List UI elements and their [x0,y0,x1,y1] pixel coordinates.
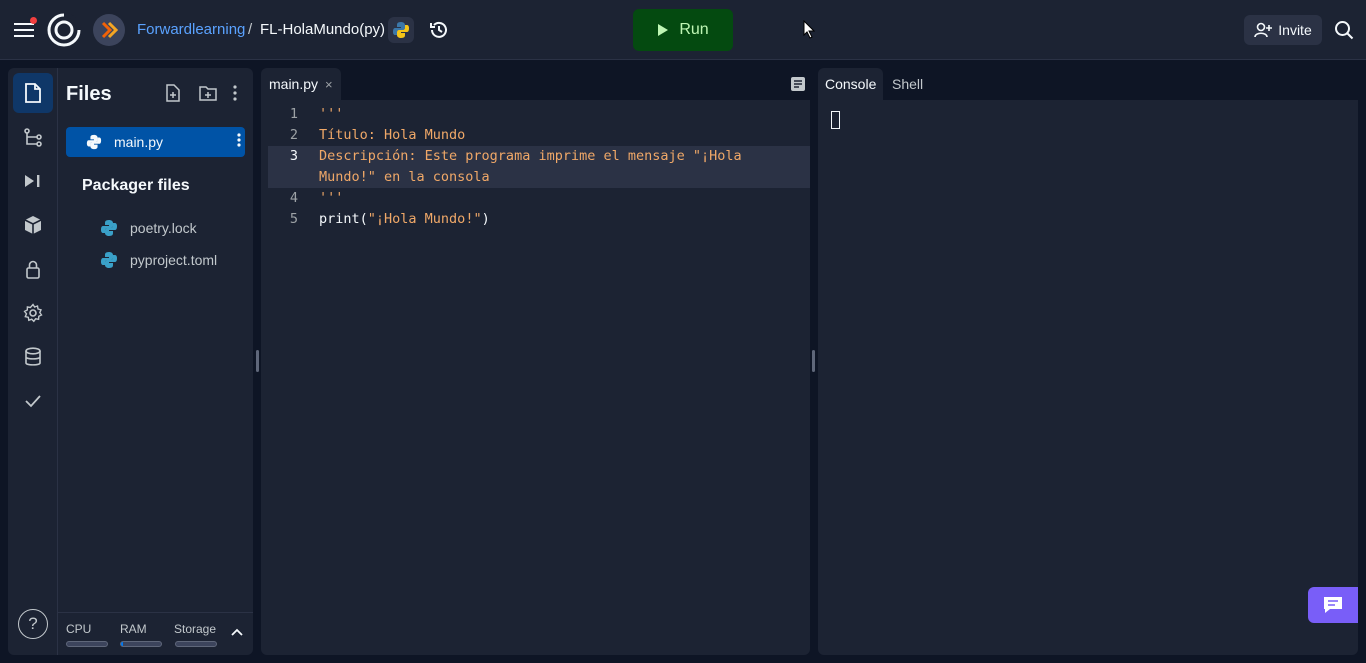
file-item-label: main.py [114,134,164,150]
python-file-icon [101,252,117,268]
tab-console[interactable]: Console [818,68,884,100]
files-panel-title: Files [66,83,112,105]
run-button[interactable]: Run [633,9,733,51]
file-item-pyproject-toml[interactable]: pyproject.toml [98,248,248,272]
console-tab-bar: Console Shell [818,68,1358,100]
line-number: 2 [289,127,298,143]
add-user-icon [1254,22,1273,38]
line-number: 1 [289,106,298,122]
line-number: 4 [289,190,298,206]
file-item-label: pyproject.toml [130,252,218,268]
invite-button[interactable]: Invite [1244,15,1322,45]
code-token-string: "¡Hola Mundo!" [367,211,482,227]
code-line: 1 ''' [261,104,810,125]
secrets-lock-icon[interactable] [13,249,53,289]
code-token: ) [481,211,490,227]
code-area[interactable]: 1 ''' 2 Título: Hola Mundo 3 Descripción… [261,104,810,230]
code-token: print( [319,211,368,227]
tab-main-py[interactable]: main.py × [261,68,341,100]
code-editor: main.py × 1 ''' 2 Título: Hola Mundo 3 D… [261,68,810,655]
chat-icon [1324,597,1342,613]
editor-tab-bar: main.py × [261,68,810,100]
file-item-poetry-lock[interactable]: poetry.lock [98,216,248,240]
code-text: ''' [319,190,344,206]
settings-gear-icon[interactable] [13,293,53,333]
notification-dot [30,17,37,24]
resize-handle[interactable] [256,350,259,372]
tab-label: main.py [269,76,319,92]
code-text: print("¡Hola Mundo!") [305,209,795,230]
breadcrumb-separator: / [248,21,253,38]
repl-avatar-icon[interactable] [93,14,125,46]
invite-button-label: Invite [1278,22,1312,38]
storage-label: Storage [174,622,217,636]
repl-name[interactable]: FL-HolaMundo(py) [260,21,385,39]
file-more-options-icon[interactable] [237,132,241,148]
console-cursor[interactable] [831,111,840,129]
code-line-active: 3 Descripción: Este programa imprime el … [268,146,810,188]
run-button-label: Run [679,21,709,38]
cpu-bar [66,641,108,647]
new-folder-icon[interactable] [198,83,218,103]
play-icon [658,24,669,36]
help-button[interactable]: ? [18,609,48,639]
breadcrumb-owner[interactable]: Forwardlearning [137,21,245,39]
new-file-icon[interactable] [163,83,183,103]
tab-shell[interactable]: Shell [885,68,930,100]
history-icon[interactable] [426,17,452,43]
packages-tool-icon[interactable] [13,205,53,245]
packager-files-heading: Packager files [82,177,190,194]
storage-bar [175,641,217,647]
code-text: Título: Hola Mundo [319,127,466,143]
workflows-tool-icon[interactable] [13,161,53,201]
close-icon[interactable]: × [325,77,333,92]
search-icon[interactable] [1331,17,1357,43]
mouse-cursor-icon [803,19,816,44]
code-line: 5 print("¡Hola Mundo!") [261,209,810,230]
files-panel: Files main.py Packager files poetry.lock… [58,68,253,655]
line-number: 5 [289,211,298,227]
cpu-label: CPU [66,622,92,636]
file-item-main-py[interactable]: main.py [66,127,245,157]
tool-rail: ? [8,68,58,655]
git-tool-icon[interactable] [13,117,53,157]
database-icon[interactable] [13,337,53,377]
python-file-icon [86,134,102,150]
chevron-up-icon[interactable] [230,627,244,637]
checkmark-icon[interactable] [13,381,53,421]
resource-usage[interactable]: CPU RAM Storage [58,612,253,655]
code-line: 2 Título: Hola Mundo [261,125,810,146]
python-file-icon [101,220,117,236]
resize-handle[interactable] [812,350,815,372]
file-item-label: poetry.lock [130,220,197,236]
code-line: 4 ''' [261,188,810,209]
top-bar: Forwardlearning / FL-HolaMundo(py) Run I… [0,0,1366,60]
replit-logo-icon[interactable] [46,12,82,48]
chat-feedback-button[interactable] [1308,587,1358,623]
files-tool-icon[interactable] [13,73,53,113]
code-text: Descripción: Este programa imprime el me… [319,148,750,185]
console-pane: Console Shell [818,68,1358,655]
python-language-icon[interactable] [388,17,414,43]
ram-label: RAM [120,622,147,636]
ram-bar [120,641,162,647]
editor-options-icon[interactable] [790,76,806,92]
line-number: 3 [289,148,298,164]
files-more-options-icon[interactable] [225,83,245,103]
code-text: ''' [319,106,344,122]
